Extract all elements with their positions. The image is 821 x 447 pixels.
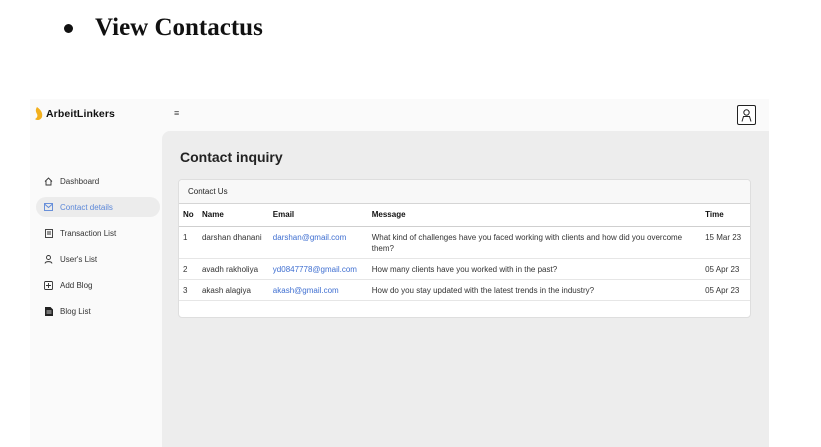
- column-header-email: Email: [269, 204, 369, 227]
- sidebar-item-contact-details[interactable]: Contact details: [36, 197, 160, 217]
- user-icon: [44, 254, 53, 264]
- sidebar: Dashboard Contact details Transaction Li…: [30, 131, 162, 447]
- menu-toggle-icon[interactable]: ≡: [174, 108, 179, 118]
- user-profile-button[interactable]: [737, 105, 756, 125]
- cell-message: How many clients have you worked with in…: [368, 258, 703, 280]
- column-header-no: No: [179, 204, 199, 227]
- top-bar: ArbeitLinkers ≡: [30, 99, 769, 131]
- document-heading: View Contactus: [64, 14, 263, 42]
- sidebar-item-label: Blog List: [60, 306, 91, 316]
- table-header-row: No Name Email Message Time: [179, 204, 750, 227]
- email-link[interactable]: akash@gmail.com: [273, 286, 339, 295]
- cell-email: yd0847778@gmail.com: [269, 258, 369, 280]
- contact-table: No Name Email Message Time 1 darshan dha…: [179, 204, 750, 301]
- cell-email: darshan@gmail.com: [269, 226, 369, 259]
- sidebar-item-label: Add Blog: [60, 280, 93, 290]
- cell-name: avadh rakholiya: [198, 258, 270, 280]
- sidebar-item-label: Contact details: [60, 202, 113, 212]
- brand[interactable]: ArbeitLinkers: [34, 107, 115, 121]
- sidebar-item-label: Dashboard: [60, 176, 100, 186]
- sidebar-item-add-blog[interactable]: Add Blog: [36, 275, 160, 295]
- cell-message: What kind of challenges have you faced w…: [368, 226, 703, 259]
- sidebar-item-blog-list[interactable]: Blog List: [36, 301, 160, 321]
- page-title: Contact inquiry: [180, 149, 283, 165]
- main-content: Contact inquiry Contact Us No Name Email…: [162, 131, 769, 447]
- cell-name: darshan dhanani: [198, 226, 270, 259]
- sidebar-item-dashboard[interactable]: Dashboard: [36, 171, 160, 191]
- cell-time: 15 Mar 23: [702, 226, 750, 259]
- card-header: Contact Us: [179, 180, 750, 204]
- cell-message: How do you stay updated with the latest …: [368, 279, 703, 301]
- column-header-time: Time: [702, 204, 750, 227]
- bullet-icon: [64, 23, 73, 33]
- cell-no: 2: [179, 258, 199, 280]
- cell-name: akash alagiya: [198, 279, 270, 301]
- email-link[interactable]: darshan@gmail.com: [273, 233, 346, 242]
- brand-name: ArbeitLinkers: [46, 108, 115, 120]
- document-title: View Contactus: [95, 14, 263, 41]
- document-icon: [44, 228, 53, 238]
- cell-no: 3: [179, 279, 199, 301]
- sidebar-item-label: User's List: [60, 254, 98, 264]
- sidebar-item-label: Transaction List: [60, 228, 117, 238]
- email-link[interactable]: yd0847778@gmail.com: [273, 265, 357, 274]
- cell-time: 05 Apr 23: [702, 279, 750, 301]
- table-row: 3 akash alagiya akash@gmail.com How do y…: [179, 279, 750, 301]
- sidebar-item-users-list[interactable]: User's List: [36, 249, 160, 269]
- column-header-name: Name: [198, 204, 270, 227]
- sidebar-item-transaction-list[interactable]: Transaction List: [36, 223, 160, 243]
- cell-email: akash@gmail.com: [269, 279, 369, 301]
- column-header-message: Message: [368, 204, 703, 227]
- home-icon: [44, 176, 53, 186]
- cell-no: 1: [179, 226, 199, 259]
- app-window: ArbeitLinkers ≡ Dashboard Contact detail…: [30, 99, 769, 447]
- table-row: 2 avadh rakholiya yd0847778@gmail.com Ho…: [179, 258, 750, 280]
- plus-square-icon: [44, 280, 53, 290]
- blog-icon: [44, 306, 53, 316]
- cell-time: 05 Apr 23: [702, 258, 750, 280]
- table-row: 1 darshan dhanani darshan@gmail.com What…: [179, 226, 750, 259]
- logo-icon: [35, 107, 43, 121]
- user-icon: [741, 108, 752, 122]
- contact-card: Contact Us No Name Email Message Time 1 …: [178, 179, 751, 318]
- mail-icon: [44, 203, 53, 212]
